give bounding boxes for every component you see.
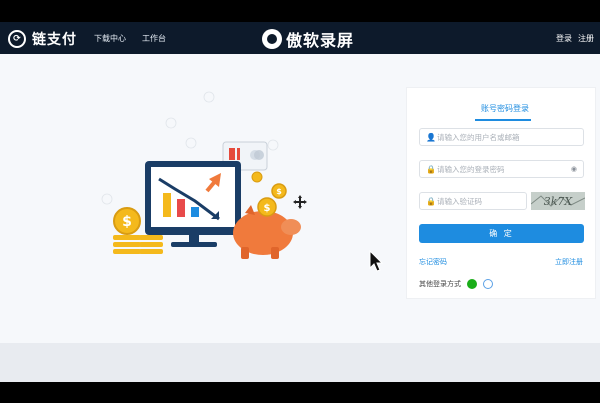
finance-illustration: $ $ $ (101, 91, 301, 259)
tab-account-password[interactable]: 账号密码登录 (481, 103, 529, 114)
captcha-field[interactable]: 🔒 (419, 192, 534, 210)
login-panel: 账号密码登录 👤 🔒 ◉ 🔒 3k7X 确 定 忘记密码 立即注册 其他登录方式 (406, 87, 596, 299)
watermark-text: 傲软录屏 (286, 31, 355, 50)
forgot-password-link[interactable]: 忘记密码 (419, 257, 447, 267)
lock-icon: 🔒 (426, 164, 436, 174)
shield-icon: 🔒 (426, 196, 436, 206)
auth-links: 登录 注册 (556, 33, 594, 44)
username-input[interactable] (437, 132, 557, 142)
top-navbar: ⟳ 链支付 下载中心 工作台 傲软录屏 登录 注册 (0, 22, 600, 54)
monitor-icon (145, 161, 241, 247)
site-logo[interactable]: ⟳ 链支付 (8, 29, 77, 49)
other-login-row: 其他登录方式 (419, 279, 493, 289)
svg-text:$: $ (122, 214, 132, 230)
captcha-image[interactable]: 3k7X (531, 192, 585, 210)
recorder-watermark: 傲软录屏 (262, 27, 354, 51)
username-field[interactable]: 👤 (419, 128, 584, 146)
tab-active-indicator (475, 119, 531, 121)
captcha-input[interactable] (437, 196, 534, 206)
eye-off-icon[interactable]: ◉ (571, 165, 577, 173)
captcha-text: 3k7X (544, 195, 574, 208)
register-link[interactable]: 注册 (578, 33, 594, 44)
user-icon: 👤 (426, 132, 436, 142)
register-now-link[interactable]: 立即注册 (555, 257, 583, 267)
nav-download-center[interactable]: 下载中心 (94, 33, 126, 44)
svg-text:$: $ (264, 203, 271, 214)
move-cursor-icon (293, 195, 307, 209)
logo-text: 链支付 (32, 32, 77, 48)
logo-icon: ⟳ (8, 30, 26, 48)
other-login-label: 其他登录方式 (419, 280, 461, 288)
nav-workbench[interactable]: 工作台 (142, 33, 166, 44)
cloud-icon[interactable] (483, 279, 493, 289)
top-letterbox (0, 0, 600, 22)
wechat-icon[interactable] (467, 279, 477, 289)
confirm-button[interactable]: 确 定 (419, 224, 584, 243)
captcha-noise: 3k7X (531, 192, 585, 210)
password-input[interactable] (437, 164, 557, 174)
svg-text:$: $ (276, 187, 282, 196)
footer-band (0, 343, 600, 382)
bottom-letterbox (0, 382, 600, 403)
login-link[interactable]: 登录 (556, 33, 572, 44)
arrow-cursor-icon (369, 250, 383, 272)
recorder-logo-icon (262, 29, 282, 49)
password-field[interactable]: 🔒 ◉ (419, 160, 584, 178)
piggy-bank-icon: $ $ (233, 171, 301, 259)
